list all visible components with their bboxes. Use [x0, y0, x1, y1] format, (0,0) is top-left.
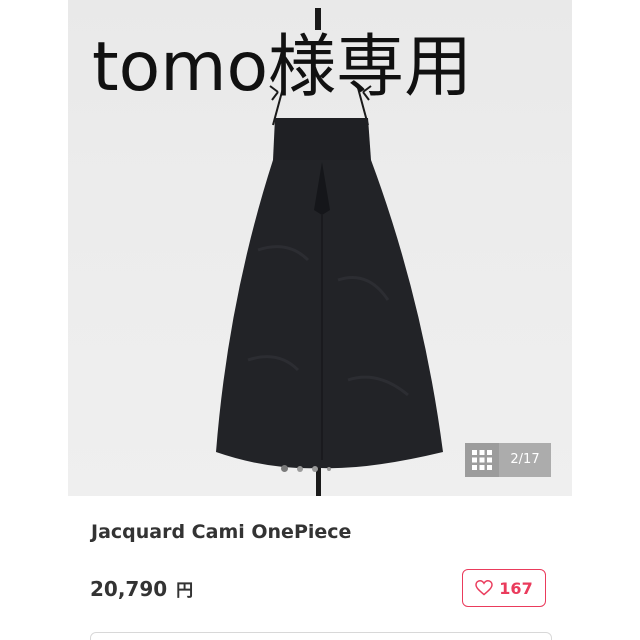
price-currency: 円: [176, 581, 194, 601]
carousel-dot[interactable]: [297, 465, 303, 472]
carousel-dot[interactable]: [327, 466, 331, 471]
image-counter: 2/17: [499, 443, 551, 477]
grid-icon: [472, 450, 492, 470]
product-page: tomo様専用 2/17 Jacquard Cami OnePiece 20,7…: [0, 0, 640, 640]
carousel-dots: [281, 465, 331, 472]
carousel-dot[interactable]: [312, 465, 318, 472]
carousel-dot[interactable]: [281, 465, 288, 472]
product-title: Jacquard Cami OnePiece: [91, 521, 352, 543]
next-section-card: [90, 632, 552, 640]
price-value: 20,790: [90, 577, 168, 601]
price: 20,790 円: [90, 576, 193, 601]
like-count: 167: [499, 578, 533, 598]
grid-view-button[interactable]: [465, 443, 499, 477]
overlay-title: tomo様専用: [92, 28, 473, 107]
heart-icon: [475, 580, 494, 596]
like-button[interactable]: 167: [462, 569, 546, 607]
